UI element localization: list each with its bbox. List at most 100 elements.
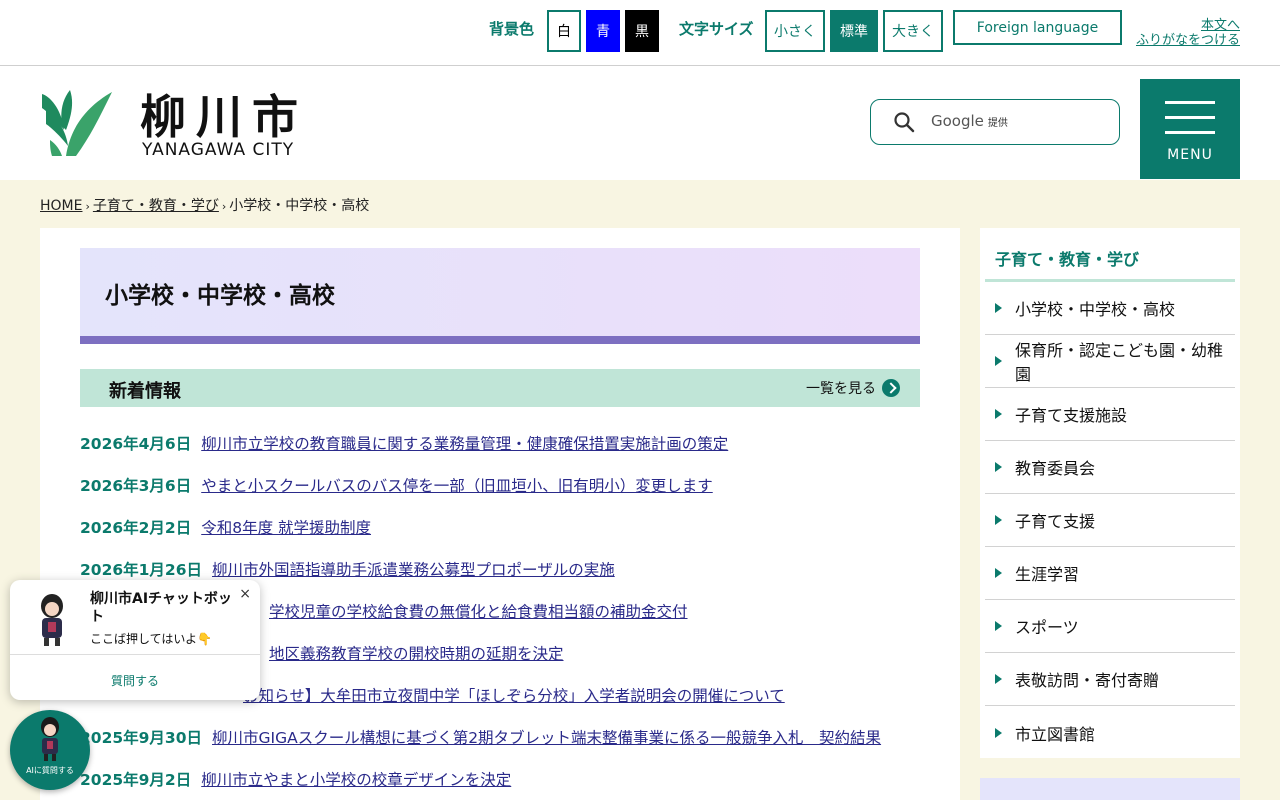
city-logo-icon[interactable] (40, 86, 114, 158)
search-icon (894, 112, 915, 133)
sidebar-item-childcare-support[interactable]: 子育て支援 (985, 494, 1235, 547)
city-name: 柳川市 (140, 90, 308, 144)
font-size-label: 文字サイズ (679, 20, 754, 38)
sidebar-item-label[interactable]: 教育委員会 (1015, 455, 1095, 479)
furigana-toggle-text[interactable]: ふりがなをつける (1136, 33, 1240, 48)
page-title-box: 小学校・中学校・高校 (80, 248, 920, 344)
triangle-right-icon (995, 356, 1002, 366)
chatbot-title: 柳川市AIチャットボット (90, 591, 232, 625)
foreign-language-button[interactable]: Foreign language (953, 10, 1122, 45)
page-title: 小学校・中学校・高校 (105, 283, 335, 309)
background-color-label: 背景色 (489, 20, 535, 38)
sidebar-item-courtesy-visits[interactable]: 表敬訪問・寄付寄贈 (985, 653, 1235, 706)
chatbot-launcher-label: AIに質問する (26, 766, 74, 775)
sidebar-item-label[interactable]: 小学校・中学校・高校 (1015, 296, 1175, 320)
chatbot-avatar-icon (41, 717, 59, 761)
main-content: 小学校・中学校・高校 新着情報 一覧を見る 2026年4月6日 柳川市立学校の教育… (40, 228, 960, 800)
breadcrumb-current: 小学校・中学校・高校 (229, 198, 370, 214)
bg-black-button[interactable]: 黒 (625, 10, 659, 52)
menu-icon-line (1165, 131, 1215, 134)
triangle-right-icon (995, 409, 1002, 419)
utility-bar: 背景色 白 青 黒 文字サイズ 小さく 標準 大きく Foreign langu… (0, 0, 1280, 66)
sidebar-item-sports[interactable]: スポーツ (985, 600, 1235, 653)
font-standard-button[interactable]: 標準 (830, 10, 878, 52)
bg-white-button[interactable]: 白 (547, 10, 581, 52)
sidebar-item-label[interactable]: 子育て支援 (1015, 508, 1095, 532)
sidebar: 子育て・教育・学び 小学校・中学校・高校 保育所・認定こども園・幼稚園 子育て支… (980, 228, 1240, 758)
news-header: 新着情報 一覧を見る (80, 369, 920, 407)
chatbot-ask-button[interactable]: 質問する (10, 672, 260, 689)
news-date: 2026年2月2日 (80, 519, 192, 537)
menu-icon (1165, 101, 1215, 104)
menu-label: MENU (1167, 147, 1213, 163)
news-date: 2026年4月6日 (80, 435, 192, 453)
news-link[interactable]: 柳川市GIGAスクール構想に基づく第2期タブレット端末整備事業に係る一般競争入札… (212, 726, 881, 748)
sidebar-item-board-of-education[interactable]: 教育委員会 (985, 441, 1235, 494)
chatbot-avatar-icon (41, 594, 63, 646)
news-item: 2026年3月6日 やまと小スクールバスのバス停を一部（旧皿垣小、旧有明小）変更し… (80, 464, 920, 506)
news-link[interactable]: 地区義務教育学校の開校時期の延期を決定 (269, 642, 564, 664)
furigana-link[interactable]: 本文へ ふりがなをつける (1136, 18, 1240, 48)
news-link[interactable]: 柳川市立学校の教育職員に関する業務量管理・健康確保措置実施計画の策定 (201, 432, 728, 454)
news-date: 2025年9月30日 (80, 729, 202, 747)
news-link[interactable]: 令和8年度 就学援助制度 (201, 516, 371, 538)
news-date: 2026年1月26日 (80, 561, 202, 579)
sidebar-heading[interactable]: 子育て・教育・学び (995, 246, 1139, 270)
triangle-right-icon (995, 568, 1002, 578)
news-item: 2026年2月2日 令和8年度 就学援助制度 (80, 506, 920, 548)
news-item: 2026年4月6日 柳川市立学校の教育職員に関する業務量管理・健康確保措置実施計画… (80, 422, 920, 464)
font-large-button[interactable]: 大きく (883, 10, 943, 52)
news-link[interactable]: 学校児童の学校給食費の無償化と給食費相当額の補助金交付 (269, 600, 688, 622)
chatbot-divider (10, 654, 260, 655)
news-link[interactable]: 柳川市外国語指導助手派遣業務公募型プロポーザルの実施 (212, 558, 615, 580)
sidebar-item-elementary-junior-high[interactable]: 小学校・中学校・高校 (985, 282, 1235, 335)
arrow-right-icon (882, 379, 900, 397)
sidebar-item-label[interactable]: 生涯学習 (1015, 561, 1079, 585)
news-item: 2025年9月30日 柳川市GIGAスクール構想に基づく第2期タブレット端末整備事… (80, 716, 920, 758)
sidebar-item-label[interactable]: 市立図書館 (1015, 721, 1095, 745)
sidebar-item-lifelong-learning[interactable]: 生涯学習 (985, 547, 1235, 600)
sidebar-list: 小学校・中学校・高校 保育所・認定こども園・幼稚園 子育て支援施設 教育委員会 … (985, 282, 1235, 759)
news-date: 2026年3月6日 (80, 477, 192, 495)
sidebar-item-nursery[interactable]: 保育所・認定こども園・幼稚園 (985, 335, 1235, 388)
news-link[interactable]: やまと小スクールバスのバス停を一部（旧皿垣小、旧有明小）変更します (201, 474, 713, 496)
triangle-right-icon (995, 515, 1002, 525)
city-name-english: YANAGAWA CITY (142, 140, 295, 160)
sidebar-item-label[interactable]: 表敬訪問・寄付寄贈 (1015, 667, 1159, 691)
bg-blue-button[interactable]: 青 (586, 10, 620, 52)
sidebar-item-label[interactable]: 保育所・認定こども園・幼稚園 (1015, 337, 1235, 385)
content-area: HOME › 子育て・教育・学び › 小学校・中学校・高校 小学校・中学校・高校 新着情… (0, 180, 1280, 800)
chatbot-launcher-button[interactable]: AIに質問する (10, 710, 90, 790)
news-link[interactable]: お知らせ】大牟田市立夜間中学「ほしぞら分校」入学者説明会の開催について (243, 684, 785, 706)
font-small-button[interactable]: 小さく (765, 10, 825, 52)
menu-icon-line (1165, 116, 1215, 119)
close-icon[interactable]: × (239, 586, 251, 602)
triangle-right-icon (995, 303, 1002, 313)
menu-button[interactable]: MENU (1140, 79, 1240, 179)
breadcrumb-home[interactable]: HOME (40, 198, 82, 214)
sidebar-next-section (980, 778, 1240, 800)
news-heading: 新着情報 (109, 381, 181, 402)
site-header: 柳川市 YANAGAWA CITY Google 提供 MENU (0, 66, 1280, 180)
sidebar-item-label[interactable]: 子育て支援施設 (1015, 402, 1127, 426)
triangle-right-icon (995, 462, 1002, 472)
view-all-link[interactable]: 一覧を見る (806, 378, 900, 398)
breadcrumb-separator: › (85, 200, 90, 213)
sidebar-item-childcare-facilities[interactable]: 子育て支援施設 (985, 388, 1235, 441)
breadcrumb: HOME › 子育て・教育・学び › 小学校・中学校・高校 (40, 195, 369, 215)
site-search-input[interactable]: Google 提供 (870, 99, 1120, 145)
to-content-link-text[interactable]: 本文へ (1136, 18, 1240, 33)
news-item: 2025年9月2日 柳川市立やまと小学校の校章デザインを決定 (80, 758, 920, 800)
news-date: 2025年9月2日 (80, 771, 192, 789)
sidebar-item-library[interactable]: 市立図書館 (985, 706, 1235, 759)
chatbot-message: ここば押してはいよ👇 (90, 632, 213, 646)
breadcrumb-separator: › (221, 200, 227, 213)
chatbot-popup[interactable]: 柳川市AIチャットボット × ここば押してはいよ👇 質問する (10, 580, 260, 700)
triangle-right-icon (995, 674, 1002, 684)
view-all-label[interactable]: 一覧を見る (806, 378, 876, 398)
sidebar-item-label[interactable]: スポーツ (1015, 614, 1079, 638)
search-placeholder: Google 提供 (931, 112, 1008, 130)
news-link[interactable]: 柳川市立やまと小学校の校章デザインを決定 (201, 768, 511, 790)
breadcrumb-parent[interactable]: 子育て・教育・学び (93, 198, 219, 214)
triangle-right-icon (995, 621, 1002, 631)
